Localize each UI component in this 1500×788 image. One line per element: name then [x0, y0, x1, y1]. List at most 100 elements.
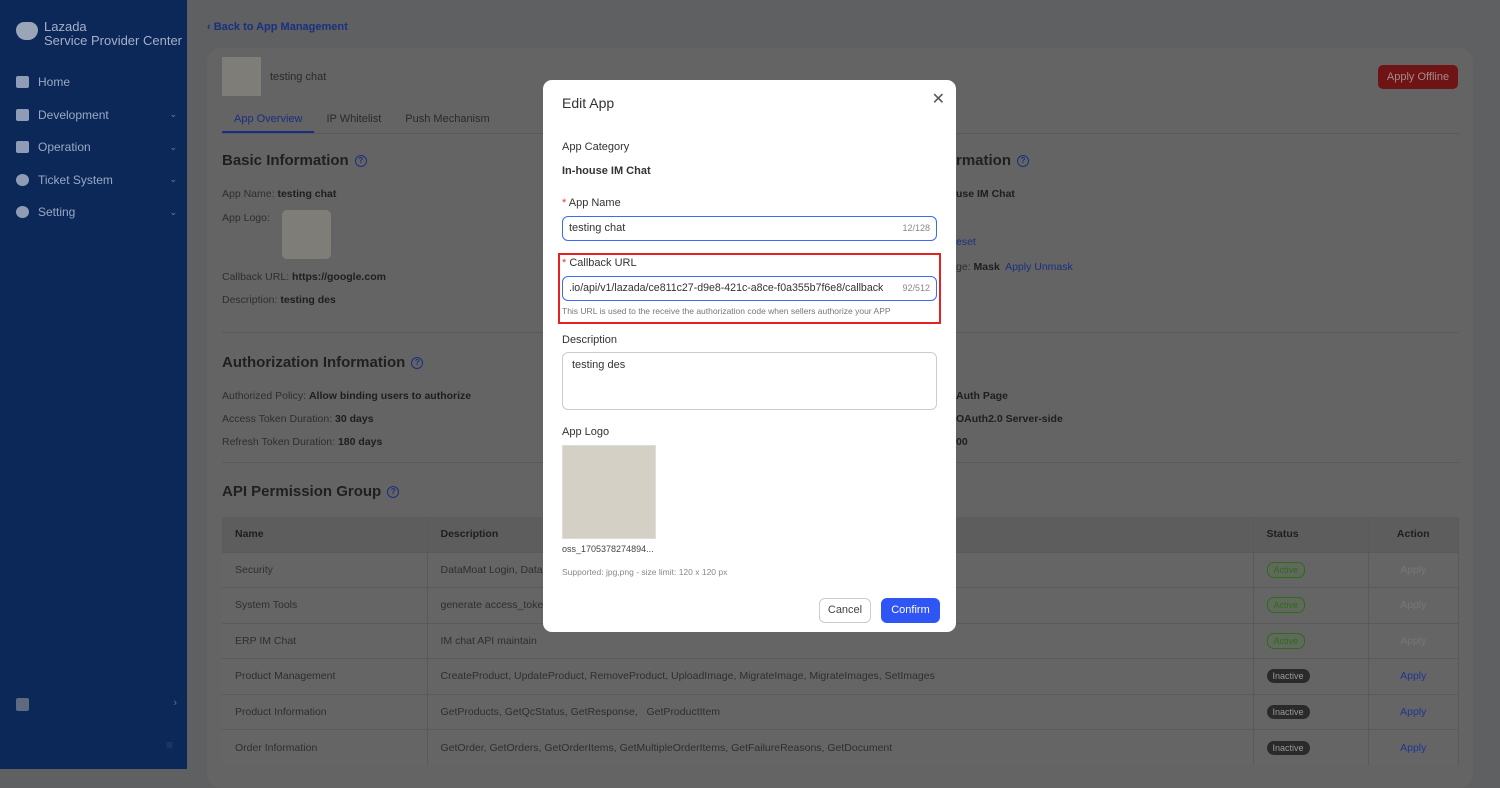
- row-description: GetProducts, GetQcStatus, GetResponse, G…: [440, 705, 721, 718]
- tab-ip-whitelist[interactable]: IP Whitelist: [314, 106, 393, 133]
- apply-cell: Apply: [1368, 729, 1459, 765]
- apply-offline-button[interactable]: Apply Offline: [1378, 65, 1458, 89]
- chevron-right-icon[interactable]: ›: [173, 697, 177, 709]
- description-textarea[interactable]: testing des: [562, 352, 937, 410]
- home-icon: [16, 76, 29, 89]
- app-logo-upload[interactable]: [562, 445, 656, 539]
- status-badge: Inactive: [1266, 669, 1310, 684]
- status-badge: Active: [1266, 632, 1306, 649]
- chevron-down-icon: ⌄: [169, 141, 177, 152]
- sidebar-item-label: Development: [38, 107, 109, 122]
- label: ge:: [956, 261, 971, 273]
- chevron-down-icon: ⌄: [169, 109, 177, 120]
- auth-info-heading: Authorization Information?: [222, 354, 424, 371]
- mask-row: ge: Mask Apply Unmask: [956, 261, 1073, 273]
- apply-button[interactable]: Apply: [1400, 670, 1426, 682]
- apply-cell: Apply: [1368, 693, 1459, 730]
- question-icon: [16, 173, 29, 186]
- sidebar-item-development[interactable]: Development ⌄: [0, 99, 187, 132]
- brand-subtitle: Service Provider Center: [44, 33, 182, 48]
- row-name: ERP IM Chat: [235, 634, 297, 647]
- lazada-heart-icon: [16, 22, 38, 40]
- label: Refresh Token Duration:: [222, 436, 336, 448]
- app-logo-label: App Logo: [562, 426, 610, 438]
- brand-logo[interactable]: Lazada Service Provider Center: [16, 20, 182, 48]
- sidebar-item-operation[interactable]: Operation ⌄: [0, 131, 187, 164]
- tab-app-overview[interactable]: App Overview: [222, 106, 315, 133]
- reset-link[interactable]: eset: [956, 236, 976, 248]
- value: use IM Chat: [956, 188, 1015, 200]
- column-header-status: Status: [1253, 517, 1369, 552]
- chevron-down-icon: ⌄: [169, 206, 177, 217]
- confirm-button[interactable]: Confirm: [881, 598, 940, 623]
- heading-text: API Permission Group: [222, 483, 382, 500]
- row-status: Active: [1253, 551, 1369, 588]
- basic-info-heading: Basic Information?: [222, 152, 367, 169]
- sidebar-item-home[interactable]: Home: [0, 66, 187, 99]
- status-badge: Inactive: [1266, 704, 1310, 719]
- dialog-title: Edit App: [562, 95, 615, 111]
- row-description: IM chat API maintain: [440, 634, 537, 647]
- status-badge: Inactive: [1266, 740, 1310, 755]
- tab-push-mechanism[interactable]: Push Mechanism: [393, 106, 501, 133]
- help-icon[interactable]: ?: [387, 485, 400, 498]
- edit-app-dialog: Edit App ✕ App Category In-house IM Chat…: [543, 80, 956, 632]
- row-status: Active: [1253, 587, 1369, 623]
- sidebar-item-label: Setting: [38, 205, 76, 220]
- sidebar-item-ticket-system[interactable]: Ticket System ⌄: [0, 164, 187, 197]
- row-description-cell: CreateProduct, UpdateProduct, RemoveProd…: [427, 658, 1254, 694]
- column-header-name: Name: [222, 517, 428, 552]
- operation-icon: [16, 141, 29, 154]
- sidebar-item-setting[interactable]: Setting ⌄: [0, 196, 187, 229]
- apply-button[interactable]: Apply: [1400, 635, 1426, 647]
- label: Description:: [222, 294, 278, 306]
- label-text: Callback URL: [569, 257, 637, 269]
- category-value: In-house IM Chat: [562, 165, 651, 177]
- close-icon[interactable]: ✕: [932, 89, 945, 109]
- label: Callback URL:: [222, 271, 290, 283]
- link-text[interactable]: eset: [956, 236, 976, 248]
- header-text: Status: [1266, 528, 1299, 541]
- apply-button[interactable]: Apply: [1400, 742, 1426, 754]
- row-description: GetOrder, GetOrders, GetOrderItems, GetM…: [440, 741, 893, 754]
- input-value[interactable]: testing chat: [569, 222, 625, 234]
- help-icon[interactable]: ?: [411, 356, 424, 369]
- app-name-input[interactable]: testing chat 12/128: [562, 216, 937, 241]
- value: testing chat: [277, 188, 337, 200]
- row-name-cell: Security: [222, 551, 428, 588]
- help-icon[interactable]: ?: [354, 154, 367, 167]
- refresh-token-row: Refresh Token Duration: 180 days: [222, 436, 382, 448]
- help-icon[interactable]: ?: [1017, 154, 1030, 167]
- callback-hint: This URL is used to the receive the auth…: [562, 306, 891, 316]
- app-logo-label: App Logo:: [222, 212, 270, 224]
- oauth-value: OAuth2.0 Server-side: [956, 413, 1063, 425]
- auth-policy-row: Authorized Policy: Allow binding users t…: [222, 390, 471, 402]
- apply-button[interactable]: Apply: [1400, 706, 1426, 718]
- apply-button[interactable]: Apply: [1400, 599, 1426, 611]
- category-value: use IM Chat: [956, 188, 1015, 200]
- cancel-button[interactable]: Cancel: [819, 598, 871, 623]
- apply-unmask-link[interactable]: Apply Unmask: [1005, 261, 1073, 273]
- apply-button[interactable]: Apply: [1400, 564, 1426, 576]
- lock-icon[interactable]: [16, 698, 29, 711]
- apply-cell: Apply: [1368, 622, 1459, 659]
- row-name: Product Management: [235, 670, 336, 683]
- value: https://google.com: [292, 271, 386, 283]
- row-name: Product Information: [235, 705, 327, 718]
- sidebar-item-label: Home: [38, 75, 71, 90]
- row-description-cell: GetProducts, GetQcStatus, GetResponse, G…: [427, 693, 1254, 730]
- row-status: Inactive: [1253, 658, 1369, 694]
- callback-url-row: Callback URL: https://google.com: [222, 271, 386, 283]
- collapse-menu-icon[interactable]: ≡: [166, 738, 173, 752]
- callback-url-input[interactable]: .io/api/v1/lazada/ce811c27-d9e8-421c-a8c…: [562, 276, 937, 301]
- value: Allow binding users to authorize: [308, 390, 472, 402]
- app-name-label: * App Name: [562, 197, 621, 209]
- value: Auth Page: [956, 390, 1008, 402]
- input-value[interactable]: .io/api/v1/lazada/ce811c27-d9e8-421c-a8c…: [569, 282, 883, 294]
- right-info-heading: rmation?: [956, 152, 1030, 169]
- row-name: Security: [235, 563, 273, 576]
- status-badge: Active: [1266, 561, 1306, 578]
- row-name: System Tools: [235, 599, 298, 612]
- value: 00: [956, 436, 968, 448]
- back-link[interactable]: ‹ Back to App Management: [207, 21, 348, 33]
